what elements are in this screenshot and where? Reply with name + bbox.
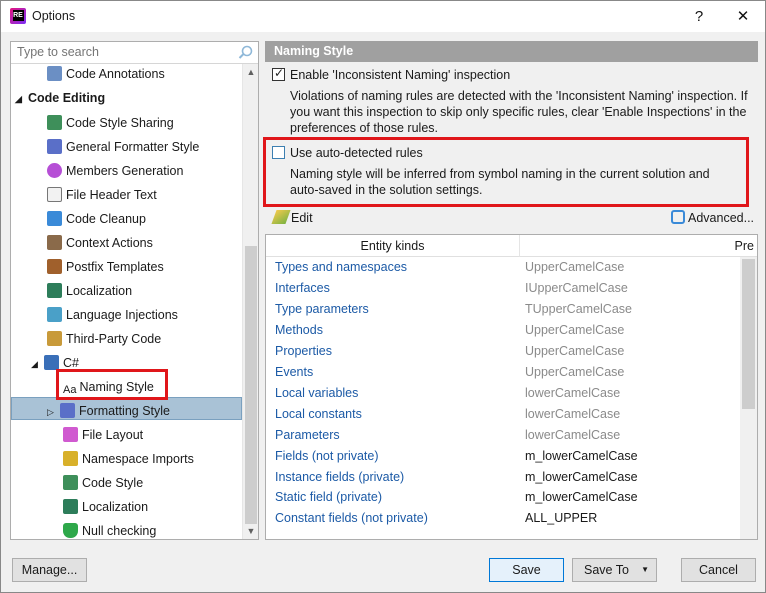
code-style-sharing-icon bbox=[47, 115, 62, 131]
formatter-style-icon bbox=[47, 139, 62, 155]
members-generation-icon bbox=[47, 163, 62, 179]
tree-item-third-party-code[interactable]: Third-Party Code bbox=[47, 328, 161, 350]
help-button[interactable]: ? bbox=[677, 1, 721, 32]
manage-button[interactable]: Manage... bbox=[12, 558, 87, 582]
page-title: Naming Style bbox=[265, 41, 758, 62]
resharper-app-icon: RE bbox=[10, 8, 26, 24]
collapse-arrow-icon[interactable]: ▷ bbox=[47, 401, 57, 423]
postfix-templates-icon bbox=[47, 259, 62, 275]
localization-icon bbox=[63, 499, 78, 515]
localization-icon bbox=[47, 283, 62, 299]
cancel-button[interactable]: Cancel bbox=[681, 558, 756, 582]
formatting-style-icon bbox=[60, 403, 75, 419]
namespace-imports-icon bbox=[63, 451, 78, 467]
tree-item-code-editing[interactable]: ◢ Code Editing bbox=[15, 87, 105, 109]
tree-item-null-checking[interactable]: Null checking bbox=[63, 520, 156, 539]
auto-detected-rules-highlight-box bbox=[263, 137, 749, 207]
search-input[interactable] bbox=[11, 42, 231, 62]
tree-item-code-cleanup[interactable]: Code Cleanup bbox=[47, 208, 146, 230]
context-actions-icon bbox=[47, 235, 62, 251]
code-annotations-icon bbox=[47, 66, 62, 82]
code-style-icon bbox=[63, 475, 78, 491]
scrollbar-thumb[interactable] bbox=[245, 246, 257, 524]
file-header-icon bbox=[47, 187, 62, 203]
tools-icon bbox=[671, 210, 685, 225]
chevron-down-icon[interactable]: ▼ bbox=[641, 559, 649, 581]
column-header-prefix[interactable]: Pre bbox=[520, 235, 757, 257]
search-box bbox=[11, 42, 258, 64]
expand-arrow-icon[interactable]: ◢ bbox=[31, 353, 41, 375]
enable-inconsistent-naming-description: Violations of naming rules are detected … bbox=[290, 89, 748, 135]
null-checking-shield-icon bbox=[63, 523, 78, 539]
table-scrollbar[interactable] bbox=[740, 257, 757, 539]
pencil-icon bbox=[271, 210, 291, 225]
search-icon[interactable] bbox=[238, 45, 254, 59]
table-scrollbar-thumb[interactable] bbox=[742, 259, 755, 409]
tree-item-members-generation[interactable]: Members Generation bbox=[47, 160, 183, 182]
language-injections-icon bbox=[47, 307, 62, 323]
enable-inconsistent-naming-label: Enable 'Inconsistent Naming' inspection bbox=[290, 68, 511, 82]
tree-item-formatting-style[interactable]: ▷ Formatting Style bbox=[47, 400, 170, 422]
tree-item-localization-csharp[interactable]: Localization bbox=[63, 496, 148, 518]
tree-item-language-injections[interactable]: Language Injections bbox=[47, 304, 178, 326]
csharp-icon bbox=[44, 355, 59, 371]
edit-button[interactable]: Edit bbox=[271, 210, 313, 225]
tree-item-general-formatter-style[interactable]: General Formatter Style bbox=[47, 136, 199, 158]
tree-item-file-header-text[interactable]: File Header Text bbox=[47, 184, 157, 206]
tree-item-code-style[interactable]: Code Style bbox=[63, 472, 143, 494]
window-title: Options bbox=[32, 9, 76, 23]
tree-item-localization[interactable]: Localization bbox=[47, 280, 132, 302]
tree-item-code-annotations[interactable]: Code Annotations bbox=[47, 64, 165, 85]
file-layout-icon bbox=[63, 427, 78, 443]
tree-item-code-style-sharing[interactable]: Code Style Sharing bbox=[47, 112, 174, 134]
options-dialog: RE Options ? ✕ Code Annotations ◢Code Ed… bbox=[0, 0, 766, 593]
enable-inconsistent-naming-checkbox[interactable] bbox=[272, 66, 285, 81]
title-bar: RE Options ? ✕ bbox=[1, 1, 765, 32]
expand-arrow-icon[interactable]: ◢ bbox=[15, 88, 25, 110]
tree-item-postfix-templates[interactable]: Postfix Templates bbox=[47, 256, 164, 278]
tree-item-context-actions[interactable]: Context Actions bbox=[47, 232, 153, 254]
naming-rules-table: Entity kinds Pre Types and namespaces Upp… bbox=[265, 234, 758, 540]
close-button[interactable]: ✕ bbox=[721, 1, 765, 32]
scroll-up-icon[interactable]: ▲ bbox=[243, 64, 259, 80]
naming-style-highlight-box bbox=[56, 369, 168, 400]
code-cleanup-icon bbox=[47, 211, 62, 227]
tree-item-file-layout[interactable]: File Layout bbox=[63, 424, 143, 446]
advanced-button[interactable]: Advanced... bbox=[671, 210, 754, 225]
third-party-code-icon bbox=[47, 331, 62, 347]
column-header-entity-kinds[interactable]: Entity kinds bbox=[266, 235, 520, 257]
tree-scrollbar[interactable]: ▲ ▼ bbox=[242, 64, 258, 539]
tree-item-namespace-imports[interactable]: Namespace Imports bbox=[63, 448, 194, 470]
options-tree-panel: Code Annotations ◢Code Editing Code Styl… bbox=[10, 41, 259, 540]
scroll-down-icon[interactable]: ▼ bbox=[243, 523, 259, 539]
options-tree: Code Annotations ◢ Code Editing Code Styl… bbox=[11, 64, 242, 539]
save-to-button[interactable]: Save To ▼ bbox=[572, 558, 657, 582]
save-button[interactable]: Save bbox=[489, 558, 564, 582]
